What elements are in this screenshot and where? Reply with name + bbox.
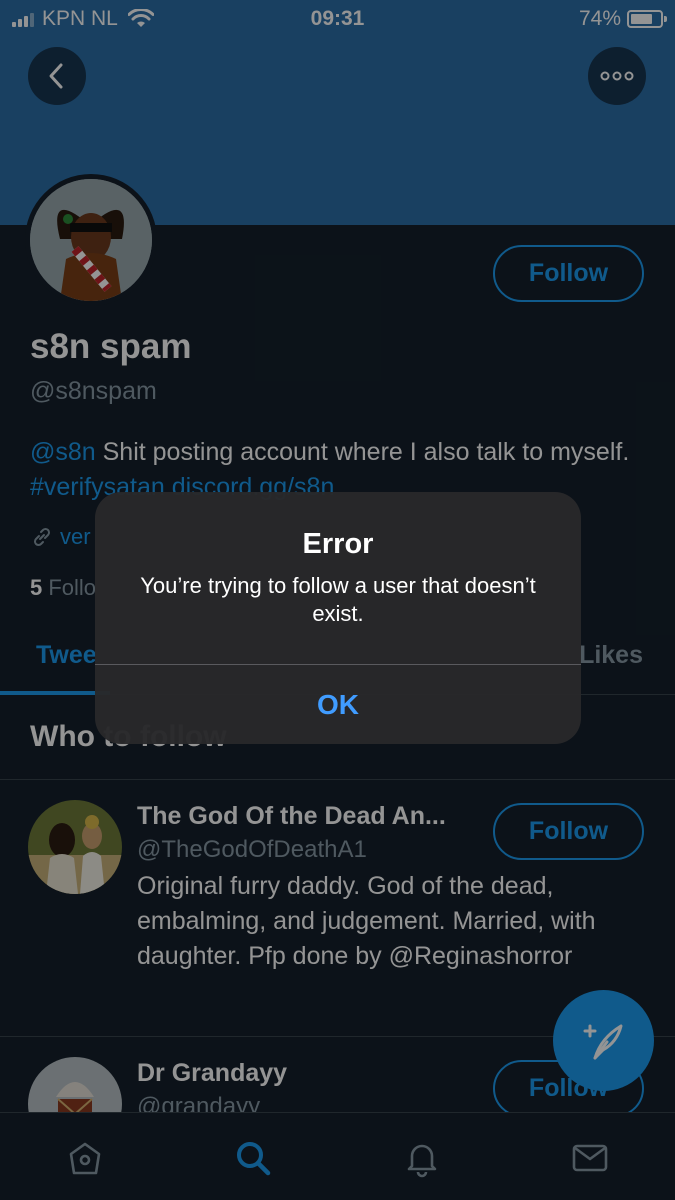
- alert-title: Error: [302, 528, 374, 560]
- alert-message: You’re trying to follow a user that does…: [140, 573, 536, 626]
- alert-ok-button[interactable]: OK: [95, 665, 581, 744]
- error-alert: Error You’re trying to follow a user tha…: [95, 492, 581, 744]
